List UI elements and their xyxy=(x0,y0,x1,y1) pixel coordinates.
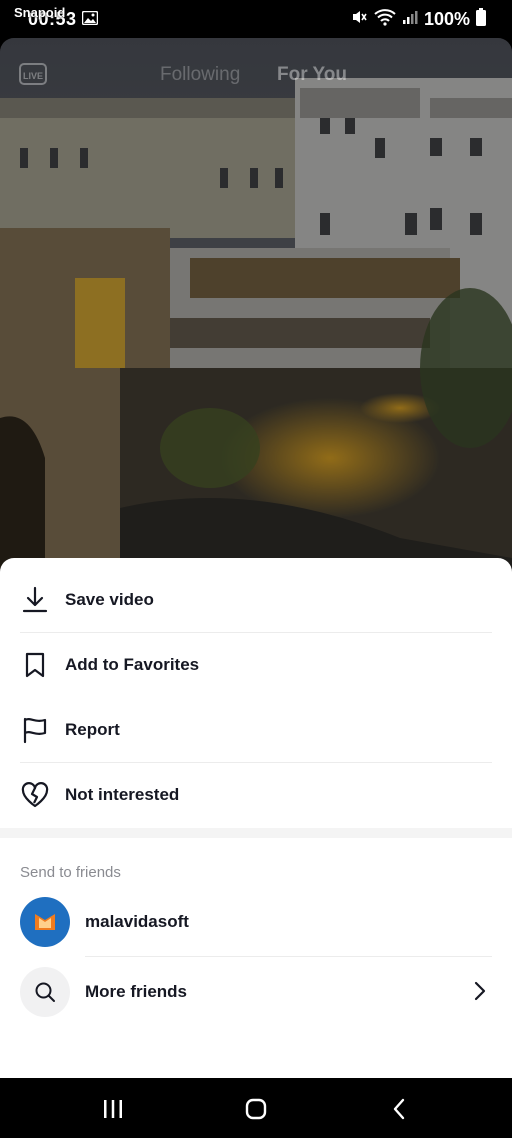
navigation-bar xyxy=(0,1078,512,1138)
divider xyxy=(85,956,492,957)
gallery-icon xyxy=(81,10,99,30)
recent-apps-button[interactable] xyxy=(93,1094,133,1124)
video-dim-overlay xyxy=(0,38,512,578)
share-bottom-sheet: Save video Add to Favorites Report Not i… xyxy=(0,558,512,1078)
status-app-label: Snapoid xyxy=(14,5,66,20)
home-icon xyxy=(245,1098,267,1120)
back-icon xyxy=(393,1098,405,1120)
status-bar: 00:53 Snapoid 100% xyxy=(0,0,512,38)
video-preview[interactable]: LIVE Following For You xyxy=(0,38,512,578)
send-to-friends-title: Send to friends xyxy=(20,864,121,881)
wifi-icon xyxy=(374,8,396,31)
back-button[interactable] xyxy=(379,1094,419,1124)
download-icon xyxy=(20,585,50,615)
broken-heart-icon xyxy=(20,780,50,810)
more-friends-button[interactable]: More friends xyxy=(20,962,492,1022)
add-to-favorites-label: Add to Favorites xyxy=(65,655,200,674)
battery-percent: 100% xyxy=(423,9,470,29)
save-video-label: Save video xyxy=(65,590,154,609)
search-icon xyxy=(35,982,55,1002)
not-interested-label: Not interested xyxy=(65,785,180,804)
tab-for-you[interactable]: For You xyxy=(277,64,347,86)
mute-icon xyxy=(350,8,368,31)
chevron-right-icon xyxy=(474,981,486,1006)
more-friends-label: More friends xyxy=(85,982,188,1001)
avatar xyxy=(20,897,70,947)
home-button[interactable] xyxy=(236,1094,276,1124)
not-interested-button[interactable]: Not interested xyxy=(20,763,492,827)
friend-item[interactable]: malavidasoft xyxy=(20,892,492,952)
flag-icon xyxy=(20,715,50,745)
malavida-logo-icon xyxy=(35,914,55,930)
screen: 00:53 Snapoid 100% LIVE Following For Yo… xyxy=(0,0,512,1138)
add-to-favorites-button[interactable]: Add to Favorites xyxy=(20,633,492,697)
save-video-button[interactable]: Save video xyxy=(20,568,492,632)
section-separator xyxy=(0,828,512,838)
friend-name: malavidasoft xyxy=(85,912,189,931)
report-button[interactable]: Report xyxy=(20,698,492,762)
signal-icon xyxy=(402,9,418,30)
bookmark-icon xyxy=(20,650,50,680)
tab-following[interactable]: Following xyxy=(160,64,240,86)
report-label: Report xyxy=(65,720,120,739)
recents-icon xyxy=(104,1100,122,1118)
live-icon[interactable]: LIVE xyxy=(18,60,48,93)
video-top-tabs: LIVE Following For You xyxy=(0,52,512,96)
battery-icon xyxy=(476,8,486,31)
status-right: 100% xyxy=(350,8,486,31)
more-friends-search xyxy=(20,967,70,1017)
svg-text:LIVE: LIVE xyxy=(23,71,43,81)
